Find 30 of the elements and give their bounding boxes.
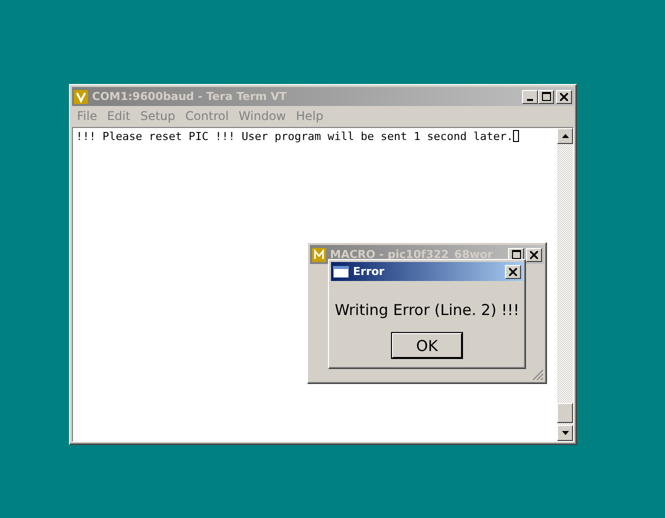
text-cursor bbox=[513, 130, 520, 142]
menu-item[interactable]: Edit bbox=[102, 108, 136, 122]
minimize-icon bbox=[527, 98, 533, 100]
resize-grip-icon[interactable] bbox=[532, 369, 544, 381]
app-icon bbox=[74, 90, 88, 104]
menu-item[interactable]: Setup bbox=[135, 108, 180, 122]
scroll-thumb[interactable] bbox=[557, 403, 573, 423]
app-icon bbox=[312, 248, 326, 262]
close-icon bbox=[560, 92, 568, 100]
menu-item[interactable]: Help bbox=[291, 108, 328, 122]
scroll-down-button[interactable] bbox=[557, 425, 573, 441]
down-arrow-icon bbox=[562, 431, 568, 435]
window-title: MACRO - pic10f322_68wor bbox=[330, 248, 494, 261]
error-message: Writing Error (Line. 2) !!! bbox=[334, 301, 520, 319]
close-icon bbox=[509, 268, 517, 276]
maximize-icon bbox=[512, 250, 520, 259]
ok-button[interactable]: OK bbox=[392, 333, 462, 358]
scrollbar[interactable] bbox=[557, 128, 573, 441]
menu-item[interactable]: File bbox=[72, 108, 102, 122]
scroll-up-button[interactable] bbox=[557, 128, 573, 144]
maximize-icon bbox=[542, 92, 550, 101]
up-arrow-icon bbox=[562, 134, 568, 138]
menu-item[interactable]: Control bbox=[180, 108, 234, 122]
dialog-title: Error bbox=[353, 265, 386, 278]
window-title: COM1:9600baud - Tera Term VT bbox=[92, 90, 288, 103]
terminal-text: !!! Please reset PIC !!! User program will be sent 1 second later. bbox=[76, 130, 514, 143]
window-icon bbox=[333, 266, 349, 278]
close-icon bbox=[530, 250, 538, 258]
close-button[interactable] bbox=[505, 264, 521, 278]
menu-item[interactable]: Window bbox=[234, 108, 291, 122]
